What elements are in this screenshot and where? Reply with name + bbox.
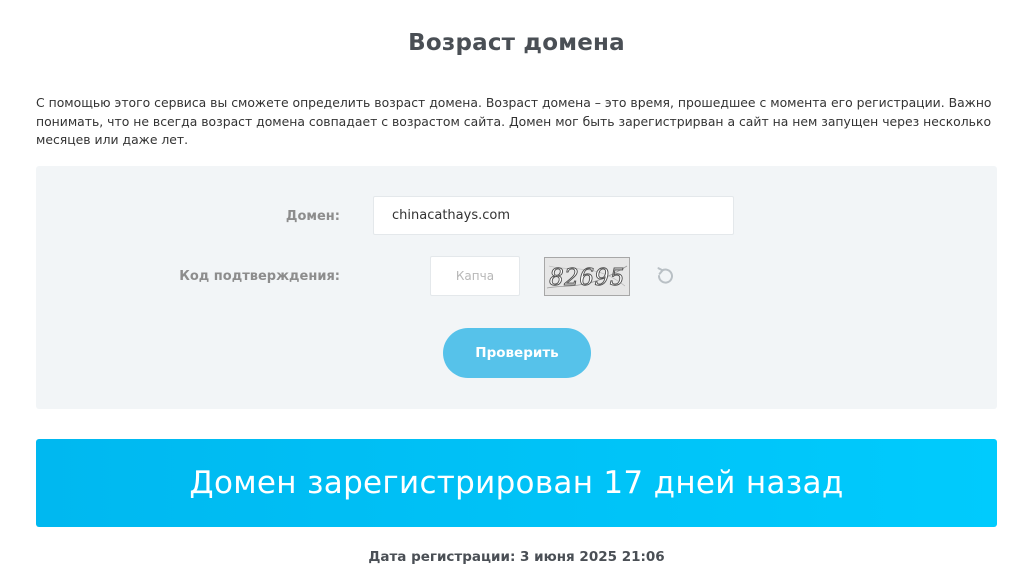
captcha-code-text: 82695 — [549, 265, 625, 291]
captcha-input[interactable] — [430, 256, 520, 296]
result-banner: Домен зарегистрирован 17 дней назад — [36, 439, 997, 527]
captcha-image: 82695 — [544, 257, 630, 296]
domain-label: Домен: — [285, 209, 340, 224]
service-description: С помощью этого сервиса вы сможете опред… — [36, 95, 992, 147]
page-title: Возраст домена — [408, 30, 625, 56]
domain-input[interactable] — [373, 196, 734, 235]
domain-check-form: Домен: Код подтверждения: 82695 Проверит… — [36, 166, 997, 409]
check-button[interactable]: Проверить — [443, 328, 591, 378]
result-headline: Домен зарегистрирован 17 дней назад — [189, 465, 844, 501]
captcha-label: Код подтверждения: — [179, 269, 340, 284]
refresh-icon[interactable] — [654, 265, 676, 287]
registration-date: Дата регистрации: 3 июня 2025 21:06 — [368, 549, 665, 565]
